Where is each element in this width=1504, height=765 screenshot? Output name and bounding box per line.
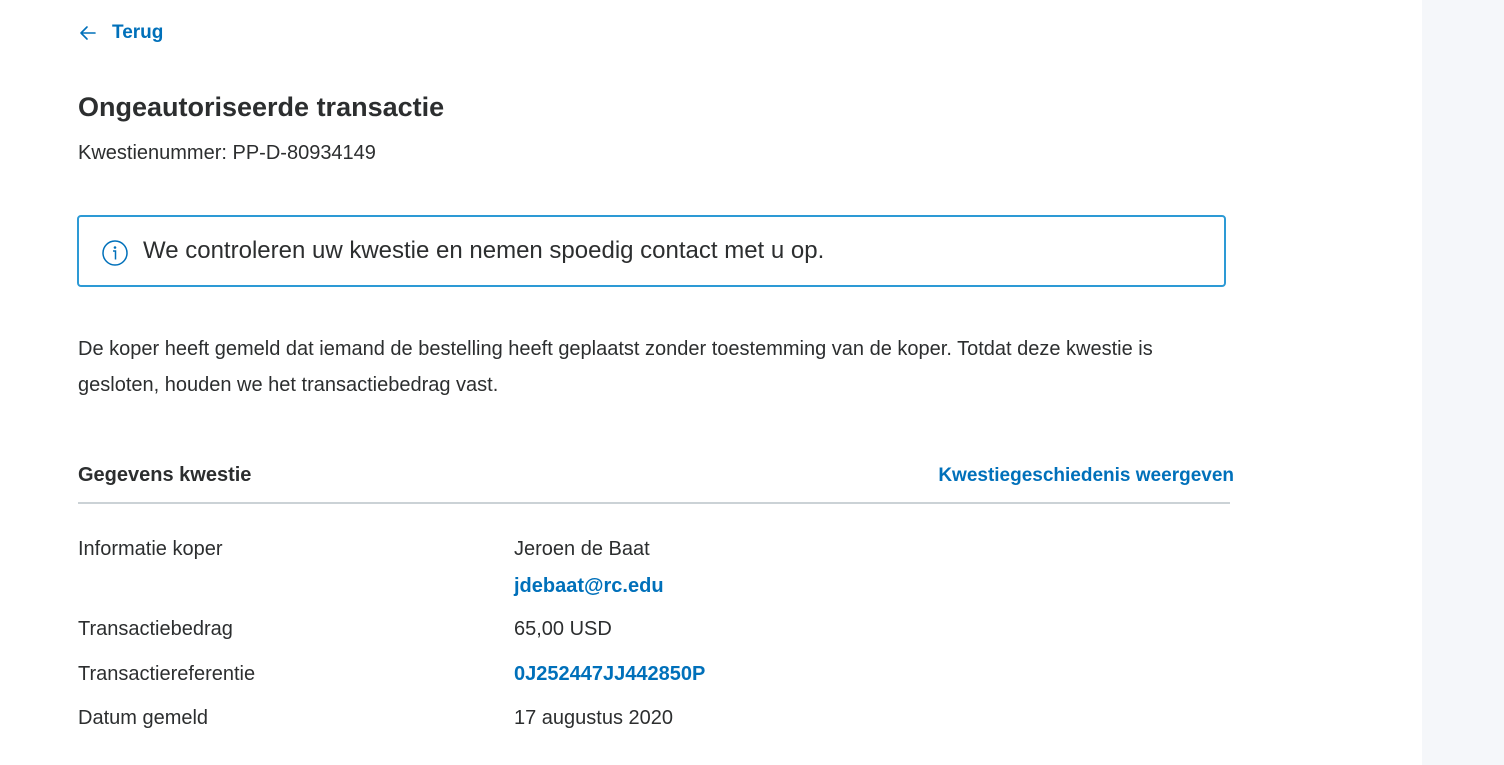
transaction-reference-label: Transactiereferentie xyxy=(78,663,256,685)
case-description: De koper heeft gemeld dat iemand de best… xyxy=(78,338,1153,396)
side-panel xyxy=(1422,0,1504,765)
back-label: Terug xyxy=(112,22,164,43)
details-section-title: Gegevens kwestie xyxy=(78,464,252,486)
transaction-amount-value: 65,00 USD xyxy=(514,618,612,640)
date-reported-label: Datum gemeld xyxy=(78,707,209,729)
transaction-amount-label: Transactiebedrag xyxy=(78,618,233,640)
buyer-email-link[interactable]: jdebaat@rc.edu xyxy=(514,575,664,598)
back-link[interactable]: Terug xyxy=(78,22,163,44)
buyer-info-label: Informatie koper xyxy=(78,538,223,560)
info-icon xyxy=(102,240,128,266)
page: Terug Ongeautoriseerde transactie Kwesti… xyxy=(0,0,1504,765)
case-number-label: Kwestienummer: xyxy=(78,142,227,164)
page-title: Ongeautoriseerde transactie xyxy=(78,92,445,122)
info-alert: We controleren uw kwestie en nemen spoed… xyxy=(77,215,1226,287)
date-reported-value: 17 augustus 2020 xyxy=(514,707,674,729)
case-number: Kwestienummer: PP-D-80934149 xyxy=(78,142,376,165)
case-history-link[interactable]: Kwestiegeschiedenis weergeven xyxy=(938,465,1234,487)
details-header: Gegevens kwestie Kwestiegeschiedenis wee… xyxy=(78,462,1234,504)
buyer-name: Jeroen de Baat xyxy=(514,538,650,560)
alert-message: We controleren uw kwestie en nemen spoed… xyxy=(143,237,825,264)
transaction-reference-link[interactable]: 0J252447JJ442850P xyxy=(514,663,705,686)
main-content: Terug Ongeautoriseerde transactie Kwesti… xyxy=(0,0,1422,765)
case-number-value: PP-D-80934149 xyxy=(232,142,376,164)
arrow-left-icon xyxy=(80,26,96,40)
